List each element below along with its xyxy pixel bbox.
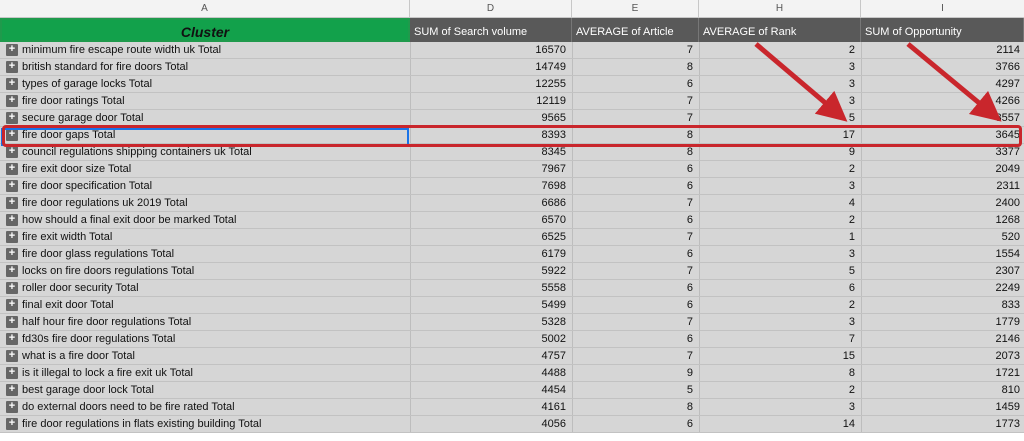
- annotation-arrows: [754, 42, 1002, 122]
- arrow-to-opportunity: [906, 42, 1002, 122]
- arrow-to-rank: [754, 42, 848, 122]
